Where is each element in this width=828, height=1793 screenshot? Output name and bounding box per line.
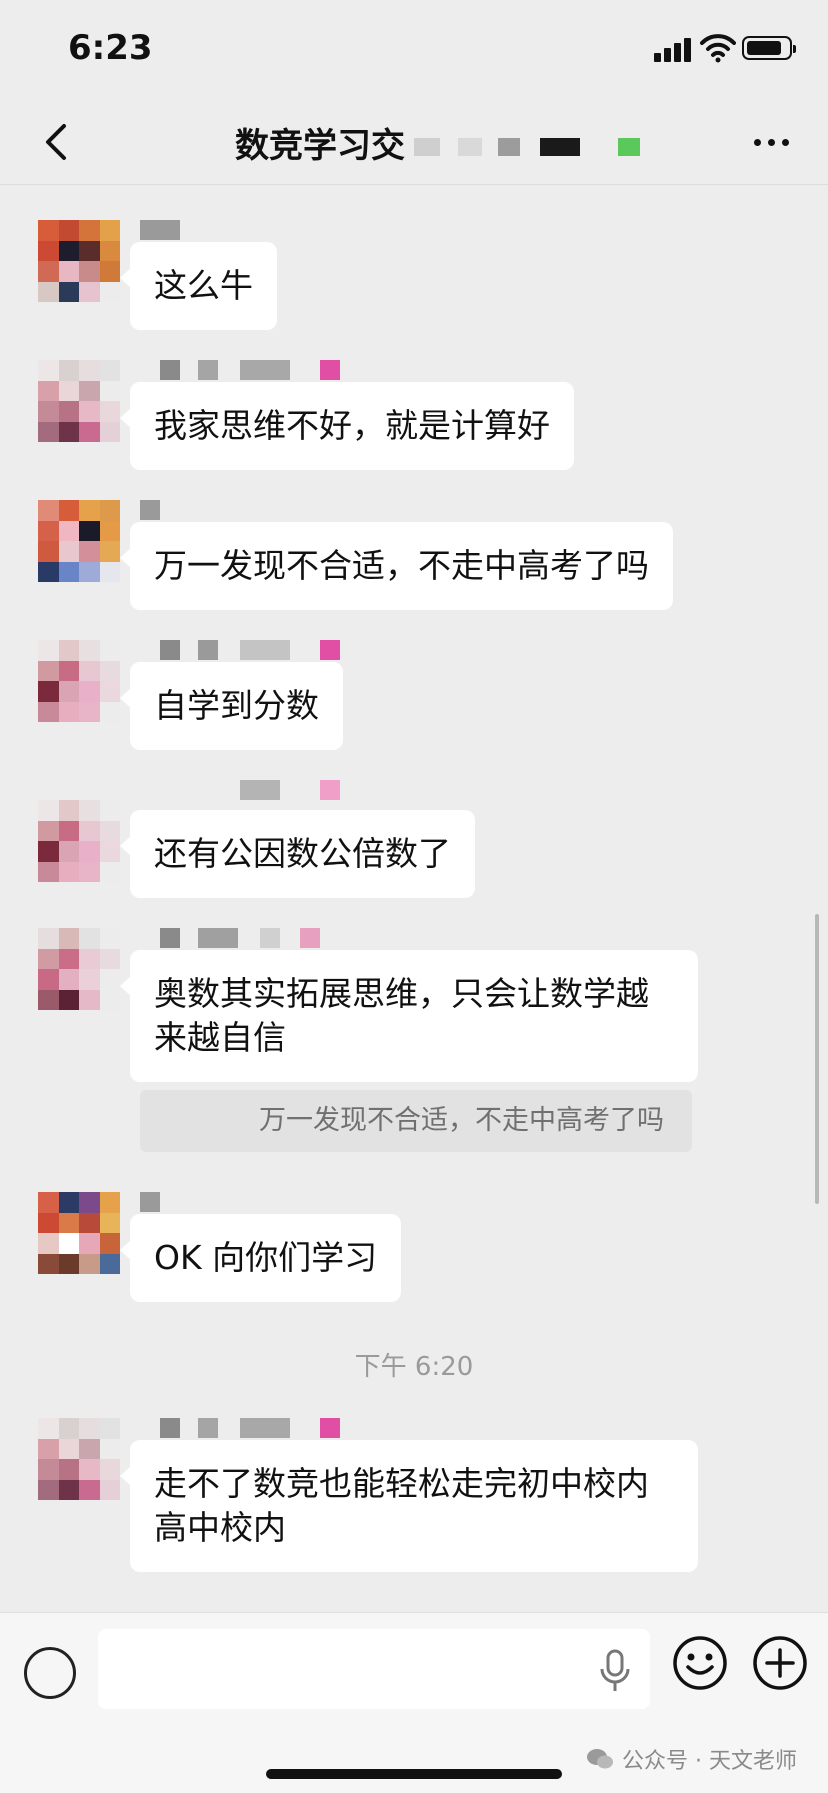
quoted-reply[interactable]: 万一发现不合适，不走中高考了吗: [140, 1090, 692, 1152]
message-bubble[interactable]: 我家思维不好，就是计算好: [120, 382, 574, 470]
message-bubble[interactable]: 奥数其实拓展思维，只会让数学越来越自信: [120, 950, 698, 1082]
home-indicator: [266, 1769, 562, 1779]
battery-icon: [742, 36, 796, 60]
message-bubble[interactable]: 还有公因数公倍数了: [120, 810, 475, 898]
scrollbar[interactable]: [815, 914, 819, 1204]
more-icon[interactable]: [748, 124, 796, 160]
emoji-icon[interactable]: [672, 1635, 728, 1691]
time-divider: 下午 6:20: [354, 1352, 474, 1382]
avatar[interactable]: [38, 500, 120, 582]
watermark: 公众号 · 天文老师: [586, 1743, 797, 1775]
chat-title: 数竞学习交: [235, 126, 405, 166]
message-bubble[interactable]: 自学到分数: [120, 662, 343, 750]
message-bubble[interactable]: 这么牛: [120, 242, 277, 330]
message-bubble[interactable]: 走不了数竞也能轻松走完初中校内高中校内: [120, 1440, 698, 1572]
input-bar: 公众号 · 天文老师: [0, 1612, 828, 1793]
voice-icon[interactable]: [24, 1647, 76, 1699]
message-bubble[interactable]: OK 向你们学习: [119, 1214, 402, 1302]
watermark-text: 公众号 · 天文老师: [622, 1749, 797, 1774]
mic-icon[interactable]: [598, 1649, 632, 1693]
plus-icon[interactable]: [752, 1635, 808, 1691]
avatar[interactable]: [38, 800, 120, 882]
avatar[interactable]: [38, 928, 120, 1010]
status-bar: 6:23: [0, 0, 828, 100]
avatar[interactable]: [38, 360, 120, 442]
avatar[interactable]: [38, 1418, 120, 1500]
status-time: 6:23: [68, 28, 153, 68]
signal-icon: [654, 38, 694, 62]
avatar[interactable]: [38, 1192, 120, 1274]
avatar[interactable]: [38, 220, 120, 302]
back-icon[interactable]: [34, 118, 82, 166]
message-input[interactable]: [98, 1629, 650, 1709]
wifi-icon: [700, 34, 736, 63]
message-bubble[interactable]: 万一发现不合适，不走中高考了吗: [120, 522, 673, 610]
wechat-icon: [587, 1749, 613, 1769]
avatar[interactable]: [38, 640, 120, 722]
